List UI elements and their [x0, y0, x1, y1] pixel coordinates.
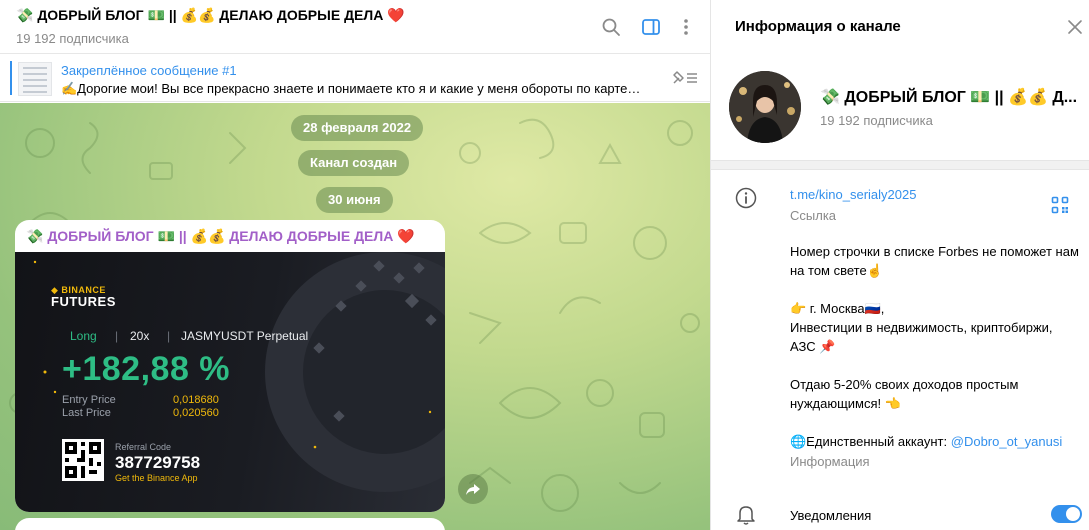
referral-code-label: Referral Code — [115, 442, 172, 452]
chat-header[interactable]: 💸 ДОБРЫЙ БЛОГ 💵 || 💰💰 ДЕЛАЮ ДОБРЫЕ ДЕЛА … — [0, 0, 710, 54]
pinned-message-bar[interactable]: Закреплённое сообщение #1 ✍️Дорогие мои!… — [0, 54, 710, 102]
description-line: 👉 г. Москва🇷🇺, — [790, 301, 885, 316]
pinned-text: ✍️Дорогие мои! Вы все прекрасно знаете и… — [61, 81, 641, 96]
pinned-list-icon[interactable] — [671, 68, 699, 88]
account-link[interactable]: @Dobro_ot_yanusi — [951, 434, 1062, 449]
notifications-toggle[interactable] — [1051, 505, 1082, 523]
description-account-line: 🌐Единственный аккаунт: @Dobro_ot_yanusi — [790, 434, 1063, 449]
close-icon[interactable] — [1067, 19, 1083, 35]
pinned-title: Закреплённое сообщение #1 — [61, 63, 237, 78]
position-side: Long — [70, 329, 97, 343]
binance-pnl-card-image[interactable]: ◆ BINANCE FUTURES Long | 20x | JASMYUSDT… — [15, 252, 445, 512]
channel-link[interactable]: t.me/kino_serialy2025 — [790, 187, 916, 202]
channel-avatar[interactable] — [729, 71, 801, 143]
description-line: Номер строчки в списке Forbes не поможет… — [790, 244, 1079, 278]
description-label: Информация — [790, 454, 870, 469]
binance-app-text: Get the Binance App — [115, 473, 198, 483]
bell-icon — [735, 503, 757, 525]
binance-futures-label: FUTURES — [51, 294, 116, 309]
date-divider: 28 февраля 2022 — [291, 115, 424, 141]
info-panel-title: Информация о канале — [735, 18, 901, 35]
pnl-percent: +182,88 % — [62, 350, 231, 388]
more-vertical-icon[interactable] — [676, 17, 696, 37]
sidebar-toggle-icon[interactable] — [641, 17, 661, 37]
pinned-thumbnail — [18, 62, 52, 96]
channel-post[interactable]: 💸 ДОБРЫЙ БЛОГ 💵 || 💰💰 ДЕЛАЮ ДОБРЫЕ ДЕЛА … — [15, 220, 445, 512]
leverage: 20x — [130, 329, 150, 343]
referral-qr-code — [62, 439, 104, 481]
channel-link-label: Ссылка — [790, 208, 837, 223]
channel-name: 💸 ДОБРЫЙ БЛОГ 💵 || 💰💰 Д... — [820, 89, 1078, 106]
next-channel-post[interactable] — [15, 518, 445, 530]
date-divider: 30 июня — [316, 187, 393, 213]
info-icon — [735, 187, 757, 209]
separator: | — [115, 329, 119, 343]
search-icon[interactable] — [601, 17, 621, 37]
section-divider — [711, 160, 1089, 170]
forward-button[interactable] — [458, 474, 488, 504]
pinned-indicator — [10, 61, 12, 95]
trading-pair: JASMYUSDT Perpetual — [181, 329, 309, 343]
description-line: Отдаю 5-20% своих доходов простым нуждаю… — [790, 377, 1019, 411]
referral-code: 387729758 — [115, 453, 201, 472]
qr-code-icon[interactable] — [1051, 196, 1069, 214]
channel-title[interactable]: 💸 ДОБРЫЙ БЛОГ 💵 || 💰💰 ДЕЛАЮ ДОБРЫЕ ДЕЛА … — [16, 7, 405, 24]
description-line: Инвестиции в недвижимость, криптобиржи, … — [790, 320, 1053, 354]
channel-subscribers: 19 192 подписчика — [820, 113, 933, 128]
forward-icon — [466, 484, 480, 495]
separator: | — [167, 329, 171, 343]
last-price-label: Last Price — [62, 407, 111, 419]
notifications-label: Уведомления — [790, 508, 872, 523]
service-message-channel-created: Канал создан — [298, 150, 410, 176]
channel-info-panel: Информация о канале 💸 ДОБРЫЙ БЛОГ 💵 || 💰… — [710, 0, 1089, 530]
chat-panel: 💸 ДОБРЫЙ БЛОГ 💵 || 💰💰 ДЕЛАЮ ДОБРЫЕ ДЕЛА … — [0, 0, 710, 530]
channel-subscribers: 19 192 подписчика — [16, 31, 129, 46]
post-author[interactable]: 💸 ДОБРЫЙ БЛОГ 💵 || 💰💰 ДЕЛАЮ ДОБРЫЕ ДЕЛА … — [26, 228, 415, 245]
entry-price-label: Entry Price — [62, 394, 116, 406]
last-price-value: 0,020560 — [173, 407, 219, 419]
entry-price-value: 0,018680 — [173, 394, 219, 406]
